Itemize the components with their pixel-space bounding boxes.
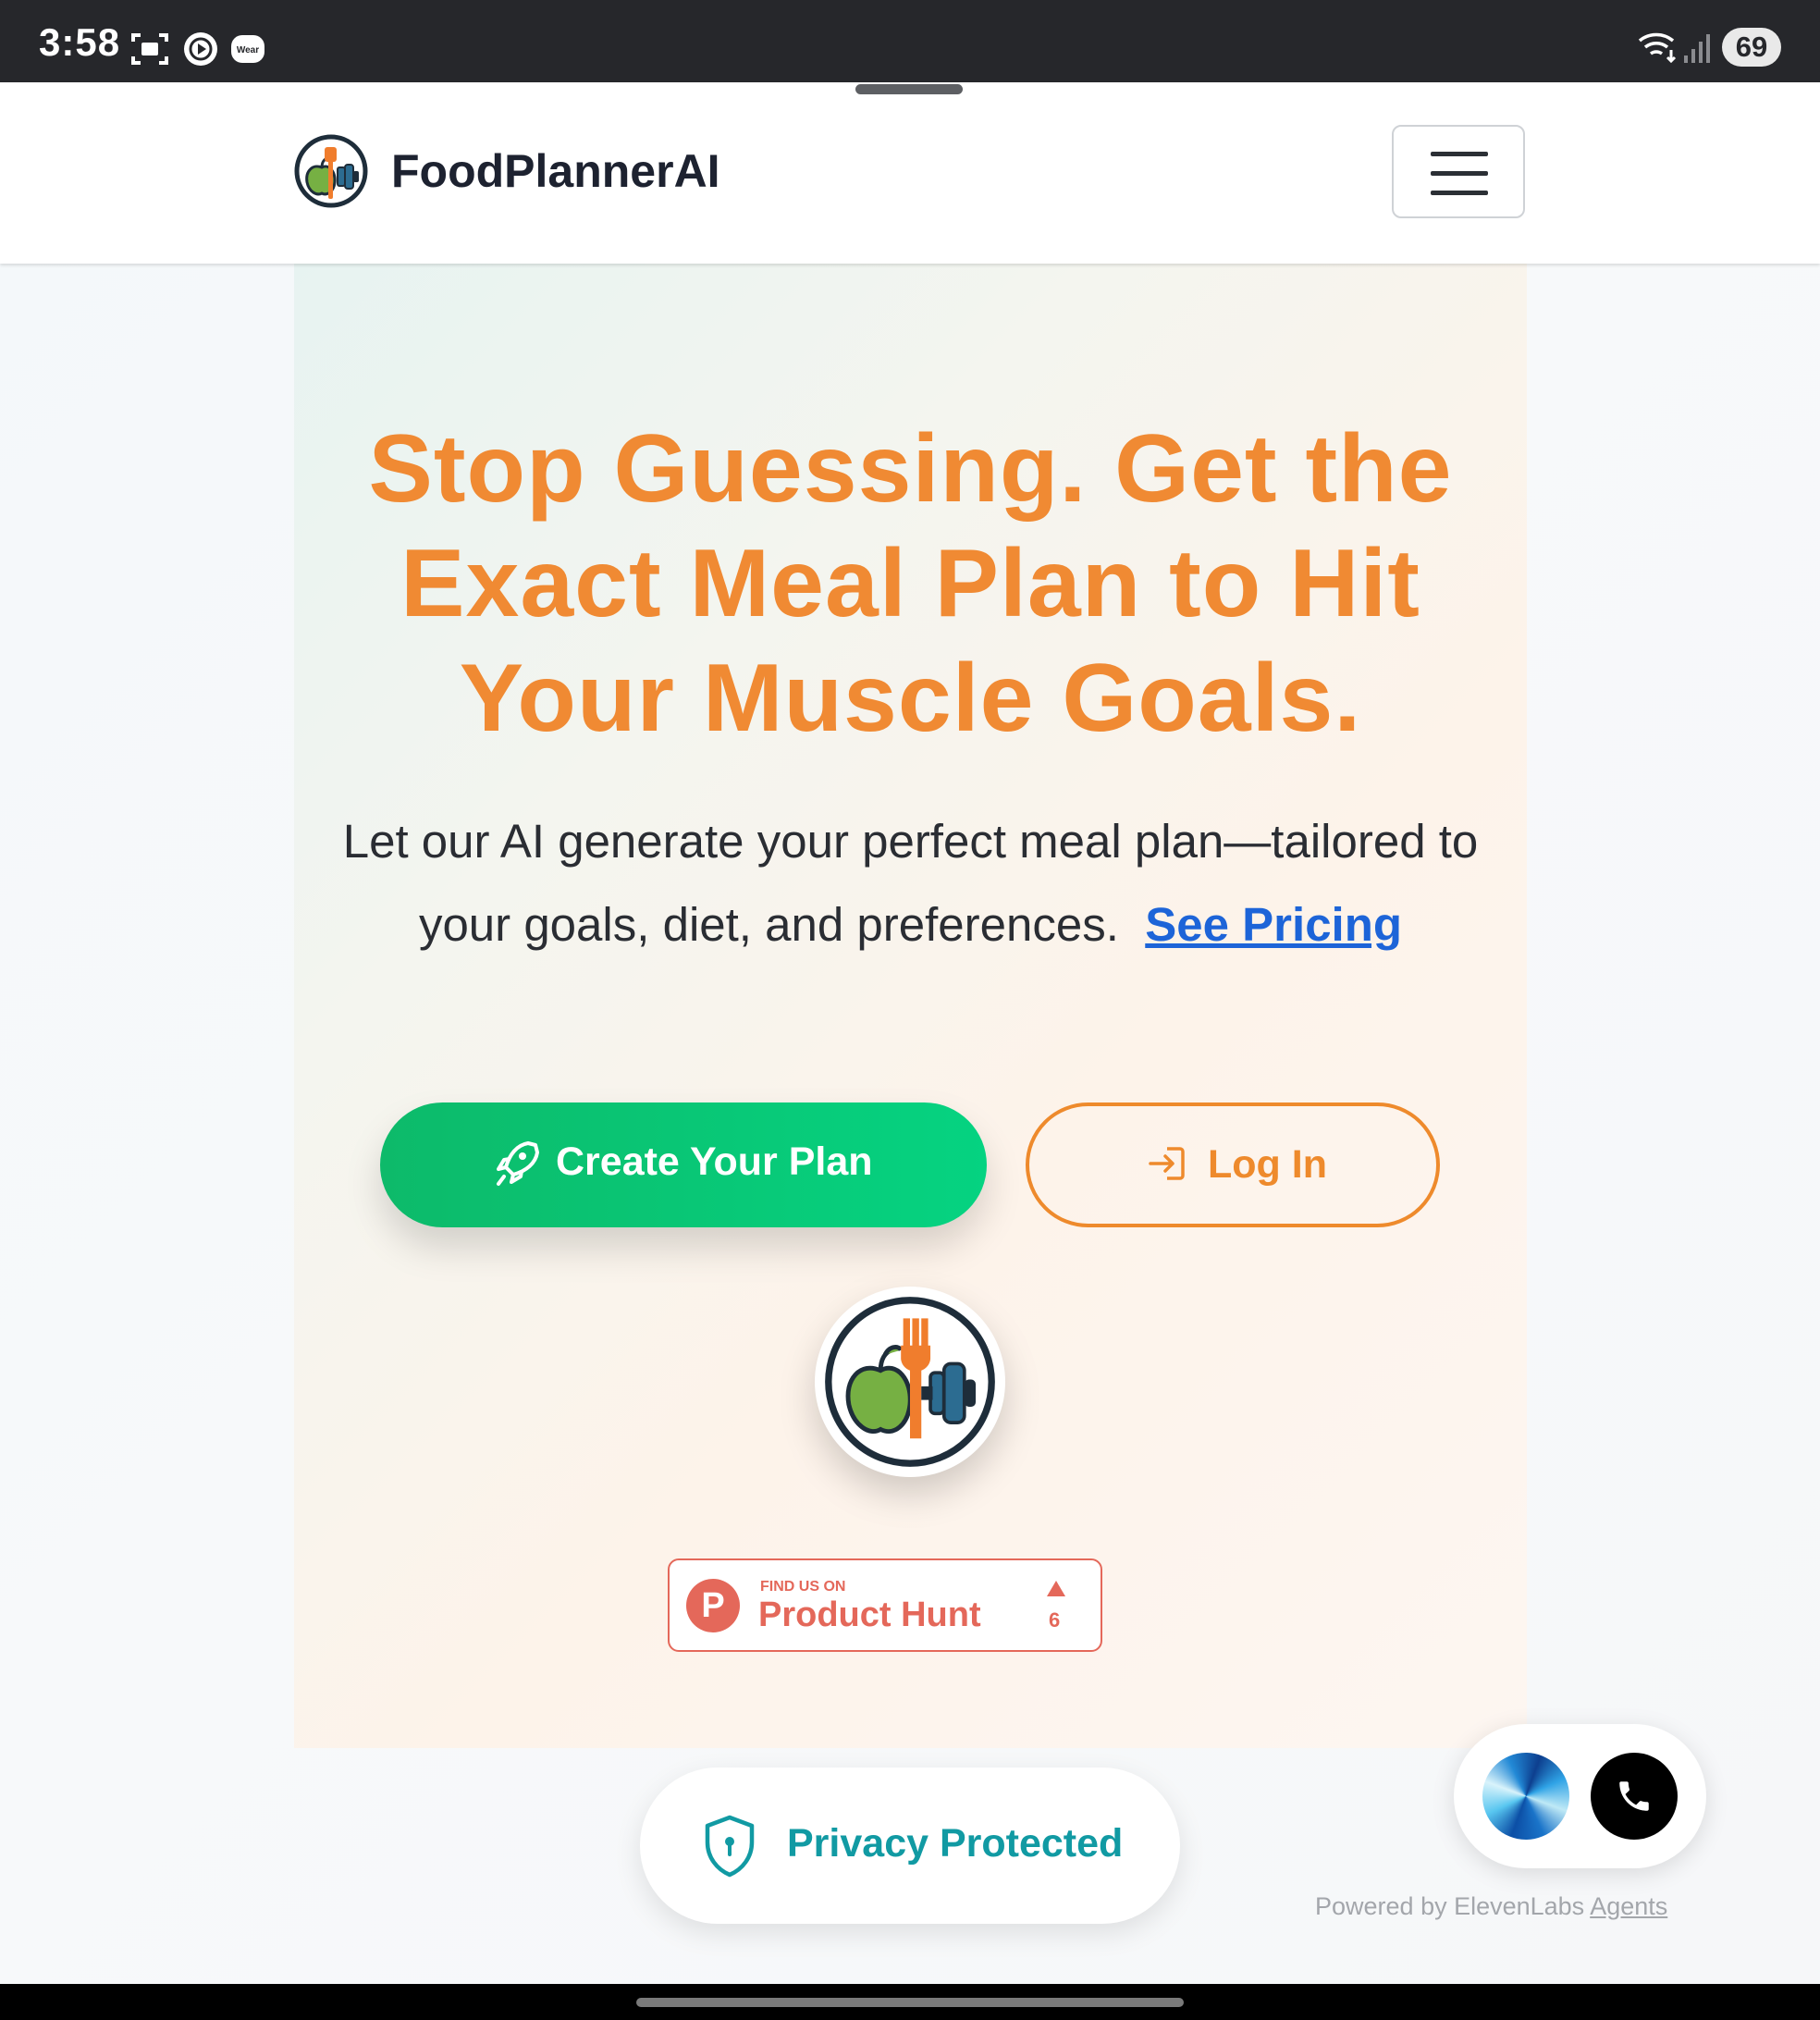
powered-by-text: Powered by ElevenLabs Agents [1315,1892,1667,1921]
brand-logo-icon[interactable] [294,134,368,208]
battery-indicator: 69 [1722,28,1781,67]
wifi-icon [1638,32,1677,63]
brand-name[interactable]: FoodPlannerAI [391,144,720,198]
hero-subtext: Let our AI generate your perfect meal pl… [331,800,1490,967]
phone-icon [1619,1781,1649,1811]
product-hunt-eyebrow: FIND US ON [760,1579,846,1595]
agents-link[interactable]: Agents [1590,1892,1667,1920]
log-in-icon [1149,1147,1185,1180]
shield-lock-icon [705,1815,755,1878]
call-button[interactable] [1591,1753,1678,1840]
system-nav-bar [0,1984,1820,2020]
navbar: FoodPlannerAI [0,82,1820,264]
food-fitness-logo-icon [825,1297,995,1467]
home-indicator[interactable] [636,1998,1184,2007]
menu-toggle-button[interactable] [1392,125,1525,218]
product-hunt-name: Product Hunt [758,1595,981,1634]
upvote-count: 6 [1049,1608,1061,1632]
log-in-label: Log In [1208,1142,1327,1187]
product-hunt-icon: P [686,1579,740,1632]
privacy-protected-label: Privacy Protected [787,1821,1124,1866]
play-circle-icon [184,32,217,66]
hamburger-icon [1431,152,1488,156]
privacy-protected-badge[interactable]: Privacy Protected [640,1768,1180,1924]
sheet-drag-handle[interactable] [855,84,963,94]
log-in-button[interactable]: Log In [1026,1102,1440,1227]
powered-by-prefix: Powered by ElevenLabs [1315,1892,1585,1920]
see-pricing-link[interactable]: See Pricing [1145,898,1402,951]
svg-text:Wear: Wear [237,45,259,55]
screenshot-icon [131,33,168,65]
status-bar: 3:58 Wear 69 [0,0,1820,82]
hamburger-icon-line [1431,191,1488,195]
upvote-arrow-icon [1047,1581,1065,1596]
create-plan-label: Create Your Plan [556,1139,873,1184]
signal-icon [1684,34,1710,63]
create-plan-button[interactable]: Create Your Plan [380,1102,987,1227]
hero-logo [815,1287,1005,1477]
hero-headline: Stop Guessing. Get the Exact Meal Plan t… [368,415,1453,752]
hero-section: Stop Guessing. Get the Exact Meal Plan t… [294,264,1527,1748]
rocket-icon [497,1141,539,1186]
wear-icon: Wear [231,35,264,63]
status-time: 3:58 [39,20,121,64]
agent-orb-icon[interactable] [1482,1753,1569,1840]
voice-agent-widget [1454,1724,1706,1868]
hamburger-icon-line [1431,171,1488,176]
product-hunt-badge[interactable]: P FIND US ON Product Hunt 6 [668,1558,1102,1652]
